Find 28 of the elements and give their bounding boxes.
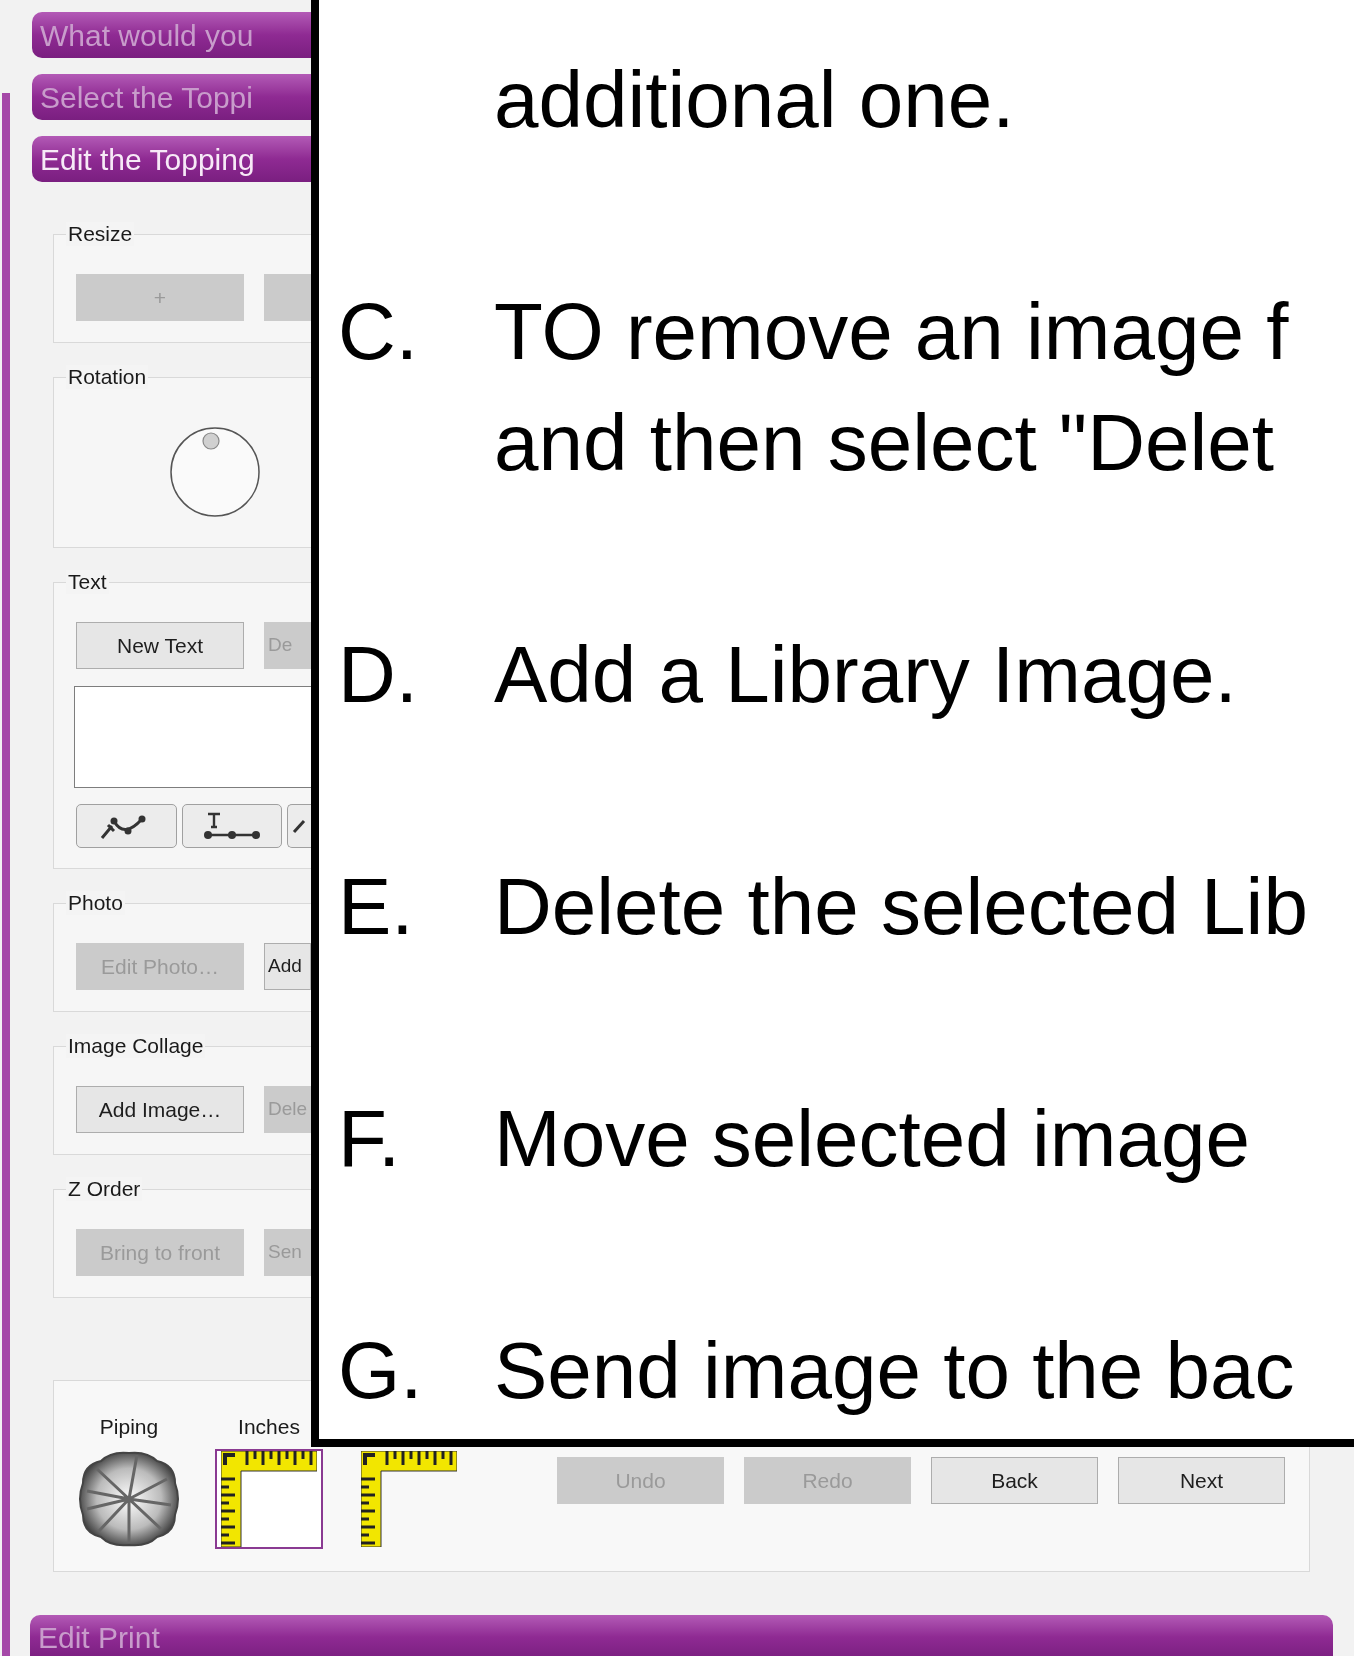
thumbnail-label: Piping [99, 1414, 159, 1439]
instruction-text: additional one. [494, 54, 1015, 146]
straight-text-button[interactable] [181, 804, 283, 848]
curved-text-button[interactable] [76, 804, 177, 848]
list-letter: D. [338, 629, 419, 721]
list-letter: G. [338, 1325, 424, 1417]
nav-button[interactable]: Back [931, 1457, 1098, 1504]
instruction-text: and then select "Delet [494, 397, 1275, 489]
list-letter: C. [338, 286, 419, 378]
step-header[interactable]: Edit the Topping [32, 136, 311, 182]
step-header[interactable]: Edit Print [30, 1615, 1333, 1656]
instruction-text: Add a Library Image. [494, 629, 1237, 721]
instruction-text: TO remove an image f [494, 286, 1289, 378]
tool-button[interactable] [287, 804, 311, 848]
list-letter: E. [338, 861, 415, 953]
rotation-dial[interactable] [169, 426, 261, 518]
tool-button[interactable]: New Text [76, 622, 244, 669]
nav-button[interactable]: Next [1118, 1457, 1285, 1504]
list-letter: F. [338, 1093, 402, 1185]
step-header[interactable]: Select the Toppi [32, 74, 311, 120]
instruction-text: Move selected image [494, 1093, 1250, 1185]
instruction-text: Delete the selected Lib [494, 861, 1308, 953]
tool-button[interactable]: Add Image… [76, 1086, 244, 1133]
tool-button[interactable]: Add [264, 943, 311, 990]
text-input-field[interactable] [74, 686, 311, 788]
instruction-text: Send image to the bac [494, 1325, 1295, 1417]
thumbnail-label: Inches [238, 1414, 300, 1439]
step-header[interactable]: What would you [32, 12, 311, 58]
